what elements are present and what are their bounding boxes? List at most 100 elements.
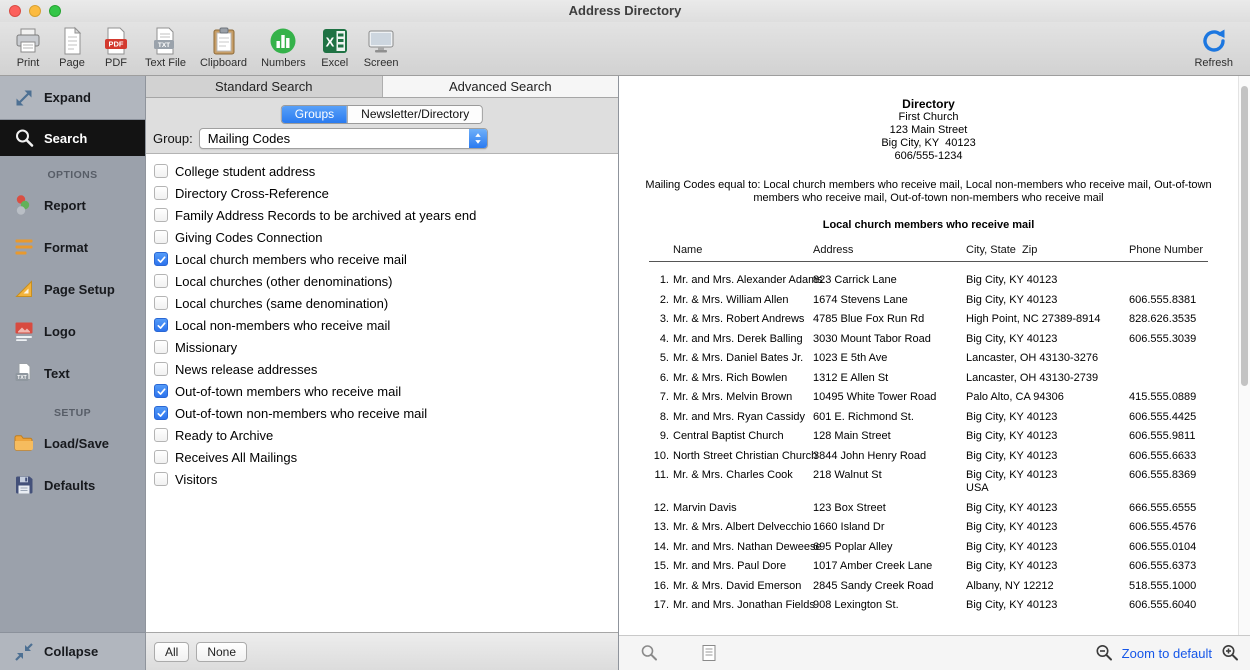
pdf-icon: PDF xyxy=(101,26,131,56)
sidebar-item-expand[interactable]: Expand xyxy=(0,76,145,120)
magnifier-icon[interactable] xyxy=(639,643,659,663)
segment-newsletter-directory[interactable]: Newsletter/Directory xyxy=(347,106,482,123)
checkbox-row-local-church-members-who-receive-mail[interactable]: Local church members who receive mail xyxy=(146,248,618,270)
tab-advanced-search[interactable]: Advanced Search xyxy=(383,76,619,97)
page-icon xyxy=(57,26,87,56)
sidebar-item-page-setup[interactable]: Page Setup xyxy=(0,268,145,310)
preview-scrollbar[interactable] xyxy=(1238,76,1250,635)
checkbox[interactable] xyxy=(154,406,168,420)
checkbox[interactable] xyxy=(154,318,168,332)
checkbox[interactable] xyxy=(154,230,168,244)
select-none-button[interactable]: None xyxy=(196,642,247,662)
table-row: 16.Mr. & Mrs. David Emerson2845 Sandy Cr… xyxy=(649,577,1208,597)
sidebar-item-load-save[interactable]: Load/Save xyxy=(0,422,145,464)
zoom-window-button[interactable] xyxy=(49,5,61,17)
cell-city-state-zip: Big City, KY 40123 xyxy=(966,294,1129,307)
doc-phone: 606/555-1234 xyxy=(619,150,1238,163)
checkbox-label: Local churches (other denominations) xyxy=(175,274,393,289)
checkbox[interactable] xyxy=(154,472,168,486)
table-row: 9.Central Baptist Church128 Main StreetB… xyxy=(649,427,1208,447)
doc-city-state: Big City, KY 40123 xyxy=(619,137,1238,150)
checkbox[interactable] xyxy=(154,208,168,222)
close-window-button[interactable] xyxy=(9,5,21,17)
checkbox-row-local-non-members-who-receive-mail[interactable]: Local non-members who receive mail xyxy=(146,314,618,336)
zoom-out-icon[interactable] xyxy=(1094,643,1114,663)
toolbar-button-screen[interactable]: Screen xyxy=(357,22,406,69)
checkbox-list: College student address Directory Cross-R… xyxy=(146,155,618,632)
tab-standard-search[interactable]: Standard Search xyxy=(146,76,383,97)
checkbox-row-receives-all-mailings[interactable]: Receives All Mailings xyxy=(146,446,618,468)
checkbox[interactable] xyxy=(154,384,168,398)
toolbar-button-excel[interactable]: XExcel xyxy=(313,22,357,69)
toolbar-button-numbers[interactable]: Numbers xyxy=(254,22,313,69)
sidebar-item-text[interactable]: TXTText xyxy=(0,352,145,394)
sidebar-item-defaults[interactable]: Defaults xyxy=(0,464,145,506)
checkbox[interactable] xyxy=(154,362,168,376)
group-dropdown[interactable]: Mailing Codes xyxy=(199,128,488,149)
cell-address: 823 Carrick Lane xyxy=(813,274,966,287)
checkbox[interactable] xyxy=(154,340,168,354)
minimize-window-button[interactable] xyxy=(29,5,41,17)
checkbox-row-directory-cross-reference[interactable]: Directory Cross-Reference xyxy=(146,182,618,204)
sidebar-item-collapse[interactable]: Collapse xyxy=(0,632,145,670)
table-row: 10.North Street Christian Church3844 Joh… xyxy=(649,447,1208,467)
doc-criteria: Mailing Codes equal to: Local church mem… xyxy=(645,179,1212,204)
cell-name: Mr. & Mrs. Charles Cook xyxy=(673,469,813,495)
checkbox[interactable] xyxy=(154,186,168,200)
select-all-button[interactable]: All xyxy=(154,642,189,662)
checkbox[interactable] xyxy=(154,428,168,442)
checkbox[interactable] xyxy=(154,296,168,310)
zoom-in-icon[interactable] xyxy=(1220,643,1240,663)
cell-city-state-zip: Lancaster, OH 43130-2739 xyxy=(966,372,1129,385)
checkbox-row-local-churches-same-denomination[interactable]: Local churches (same denomination) xyxy=(146,292,618,314)
checkbox-row-visitors[interactable]: Visitors xyxy=(146,468,618,490)
toolbar-button-clipboard[interactable]: Clipboard xyxy=(193,22,254,69)
sidebar-item-search[interactable]: Search xyxy=(0,120,145,156)
checkbox[interactable] xyxy=(154,164,168,178)
svg-text:PDF: PDF xyxy=(109,40,124,49)
checkbox[interactable] xyxy=(154,274,168,288)
row-number: 16. xyxy=(649,580,669,593)
cell-city-state-zip: High Point, NC 27389-8914 xyxy=(966,313,1129,326)
toolbar-items: PrintPagePDFPDFTXTText FileClipboardNumb… xyxy=(0,22,406,69)
checkbox-row-family-address-records-to-be-archived-at-years-end[interactable]: Family Address Records to be archived at… xyxy=(146,204,618,226)
zoom-to-default-link[interactable]: Zoom to default xyxy=(1122,646,1212,661)
checkbox-label: College student address xyxy=(175,164,315,179)
segment-groups[interactable]: Groups xyxy=(282,106,347,123)
checkbox-label: Out-of-town members who receive mail xyxy=(175,384,401,399)
row-number: 17. xyxy=(649,599,669,612)
cell-city-state-zip: Big City, KY 40123 xyxy=(966,560,1129,573)
cell-city-state-zip: Big City, KY 40123 xyxy=(966,274,1129,287)
scrollbar-thumb[interactable] xyxy=(1241,86,1248,386)
document-icon[interactable] xyxy=(699,643,719,663)
checkbox-row-news-release-addresses[interactable]: News release addresses xyxy=(146,358,618,380)
toolbar-button-text-file[interactable]: TXTText File xyxy=(138,22,193,69)
toolbar-button-pdf[interactable]: PDFPDF xyxy=(94,22,138,69)
checkbox-row-out-of-town-non-members-who-receive-mail[interactable]: Out-of-town non-members who receive mail xyxy=(146,402,618,424)
cell-name: Mr. & Mrs. Rich Bowlen xyxy=(673,372,813,385)
checkbox-row-missionary[interactable]: Missionary xyxy=(146,336,618,358)
sidebar-item-format[interactable]: Format xyxy=(0,226,145,268)
sidebar-item-report[interactable]: Report xyxy=(0,184,145,226)
checkbox[interactable] xyxy=(154,252,168,266)
header-address: Address xyxy=(813,244,966,261)
checkbox-row-local-churches-other-denominations[interactable]: Local churches (other denominations) xyxy=(146,270,618,292)
checkbox[interactable] xyxy=(154,450,168,464)
cell-phone xyxy=(1129,274,1208,287)
cell-city-state-zip: Big City, KY 40123 xyxy=(966,521,1129,534)
checkbox-row-college-student-address[interactable]: College student address xyxy=(146,160,618,182)
toolbar-button-label: Excel xyxy=(321,57,348,69)
cell-address: 1023 E 5th Ave xyxy=(813,352,966,365)
cell-address: 1312 E Allen St xyxy=(813,372,966,385)
toolbar-button-refresh[interactable]: Refresh xyxy=(1187,22,1240,69)
checkbox-row-giving-codes-connection[interactable]: Giving Codes Connection xyxy=(146,226,618,248)
toolbar-button-print[interactable]: Print xyxy=(6,22,50,69)
checkbox-row-ready-to-archive[interactable]: Ready to Archive xyxy=(146,424,618,446)
checkbox-row-out-of-town-members-who-receive-mail[interactable]: Out-of-town members who receive mail xyxy=(146,380,618,402)
refresh-icon xyxy=(1199,26,1229,56)
toolbar-button-page[interactable]: Page xyxy=(50,22,94,69)
cell-address: 1017 Amber Creek Lane xyxy=(813,560,966,573)
dropdown-chevrons-icon xyxy=(469,129,487,148)
cell-phone: 606.555.4576 xyxy=(1129,521,1208,534)
sidebar-item-logo[interactable]: Logo xyxy=(0,310,145,352)
